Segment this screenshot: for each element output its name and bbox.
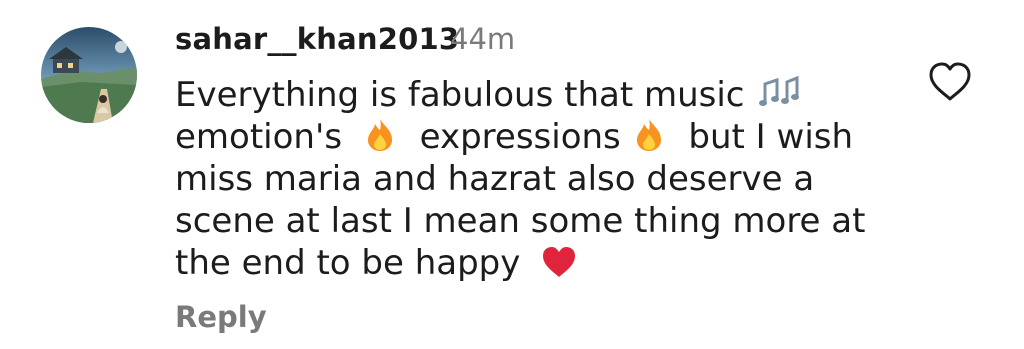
fire-icon [634, 118, 664, 152]
comment-line: Everything is fabulous that music [175, 74, 895, 116]
heart-outline-icon [929, 62, 971, 101]
reply-button[interactable]: Reply [175, 300, 267, 334]
fire-icon [365, 118, 395, 152]
comment-line: miss maria and hazrat also deserve a [175, 159, 815, 199]
comment-text-segment: Everything is fabulous that music [175, 75, 745, 115]
comment-item: sahar__khan2013 44m Everything is fabulo… [0, 0, 1024, 349]
comment-text: Everything is fabulous that music emotio… [175, 74, 895, 284]
username[interactable]: sahar__khan2013 [175, 22, 459, 56]
avatar[interactable] [41, 27, 137, 123]
comment-text-segment: the end to be happy [175, 243, 521, 283]
comment-line: scene at last I mean some thing more at [175, 201, 866, 241]
comment-line: the end to be happy [175, 242, 895, 284]
red-heart-icon [541, 246, 577, 278]
comment-text-segment: expressions [419, 117, 621, 157]
comment-text-segment: but I wish [688, 117, 854, 157]
like-button[interactable] [928, 62, 972, 102]
comment-line: emotion's expressions but I wish [175, 116, 895, 158]
musical-notes-icon [759, 76, 801, 110]
timestamp: 44m [450, 22, 516, 56]
comment-text-segment: emotion's [175, 117, 343, 157]
user-avatar-image [41, 27, 137, 123]
